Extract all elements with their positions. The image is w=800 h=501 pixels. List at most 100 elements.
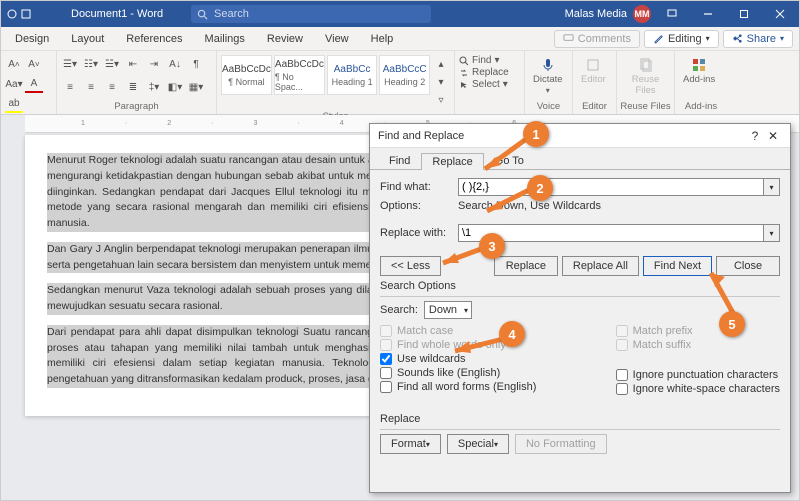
shading[interactable]: ◧▾: [166, 79, 184, 97]
addins-icon: [691, 57, 707, 73]
align-left[interactable]: ≡: [61, 79, 79, 97]
format-button[interactable]: Format ▾: [380, 434, 441, 454]
change-case[interactable]: Aa▾: [5, 75, 23, 93]
minimize-button[interactable]: [693, 1, 723, 27]
replace-with-input[interactable]: [458, 224, 764, 242]
options-label: Options:: [380, 200, 458, 212]
close-button[interactable]: [765, 1, 795, 27]
indent-decrease[interactable]: ⇤: [124, 55, 142, 73]
document-title: Document1 - Word: [71, 8, 191, 20]
search-placeholder: Search: [214, 8, 249, 20]
search-icon: [197, 9, 208, 20]
user-name: Malas Media: [565, 8, 627, 20]
cb-ignore-punct[interactable]: Ignore punctuation characters: [616, 369, 780, 381]
justify[interactable]: ≣: [124, 79, 142, 97]
replace-one-button[interactable]: Replace: [494, 256, 558, 276]
style-more[interactable]: ▿: [432, 91, 450, 109]
dialog-close-button[interactable]: ✕: [764, 129, 782, 143]
autosave-toggle[interactable]: [1, 9, 71, 19]
cb-sounds-like[interactable]: Sounds like (English): [380, 367, 536, 379]
find-history-dropdown[interactable]: ▾: [764, 178, 780, 196]
replace-icon: [459, 68, 469, 78]
dialog-help-button[interactable]: ?: [746, 129, 764, 143]
ribbon-options[interactable]: [657, 1, 687, 27]
maximize-button[interactable]: [729, 1, 759, 27]
tab-review[interactable]: Review: [257, 27, 313, 50]
style-heading2[interactable]: AaBbCcCHeading 2: [379, 55, 430, 95]
editor-group-label: Editor: [575, 101, 614, 114]
tab-find[interactable]: Find: [378, 152, 421, 169]
cursor-icon: [459, 80, 469, 90]
tab-layout[interactable]: Layout: [61, 27, 114, 50]
align-center[interactable]: ≡: [82, 79, 100, 97]
pencil-icon: [653, 33, 664, 44]
font-grow[interactable]: A˄: [5, 55, 23, 73]
replace-all-button[interactable]: Replace All: [562, 256, 639, 276]
style-down[interactable]: ▾: [432, 73, 450, 91]
replace-history-dropdown[interactable]: ▾: [764, 224, 780, 242]
search-direction-select[interactable]: Down: [424, 301, 472, 319]
tab-design[interactable]: Design: [5, 27, 59, 50]
callout-1: 1: [523, 121, 549, 147]
no-formatting-button: No Formatting: [515, 434, 607, 454]
cb-ignore-space[interactable]: Ignore white-space characters: [616, 383, 780, 395]
show-marks[interactable]: ¶: [187, 55, 205, 73]
tab-references[interactable]: References: [116, 27, 192, 50]
replace-button[interactable]: Replace: [459, 67, 509, 78]
find-what-label: Find what:: [380, 181, 458, 193]
addins-button[interactable]: Add-ins: [679, 55, 719, 87]
tab-mailings[interactable]: Mailings: [195, 27, 255, 50]
ribbon-tabs: Design Layout References Mailings Review…: [1, 27, 799, 51]
dialog-titlebar[interactable]: Find and Replace ? ✕: [370, 124, 790, 148]
indent-increase[interactable]: ⇥: [145, 55, 163, 73]
search-direction-label: Search:: [380, 304, 418, 316]
callout-5: 5: [719, 311, 745, 337]
borders[interactable]: ▦▾: [187, 79, 205, 97]
comments-button[interactable]: Comments: [554, 30, 640, 48]
replace-section-label: Replace: [380, 413, 780, 425]
line-spacing[interactable]: ‡▾: [145, 79, 163, 97]
editor-icon: [585, 57, 601, 73]
paragraph-group-label: Paragraph: [59, 101, 214, 114]
tab-help[interactable]: Help: [361, 27, 404, 50]
reuse-group-label: Reuse Files: [619, 101, 672, 114]
cb-word-forms[interactable]: Find all word forms (English): [380, 381, 536, 393]
addins-group-label: Add-ins: [677, 101, 725, 114]
dialog-tabs: Find Replace Go To: [370, 148, 790, 170]
style-heading1[interactable]: AaBbCcHeading 1: [327, 55, 378, 95]
voice-group-label: Voice: [527, 101, 570, 114]
align-right[interactable]: ≡: [103, 79, 121, 97]
cb-prefix: Match prefix: [616, 325, 780, 337]
sort[interactable]: A↓: [166, 55, 184, 73]
dialog-title: Find and Replace: [378, 130, 464, 142]
reuse-button[interactable]: Reuse Files: [621, 55, 670, 98]
share-button[interactable]: Share▾: [723, 30, 793, 48]
replace-with-label: Replace with:: [380, 227, 458, 239]
style-normal[interactable]: AaBbCcDc¶ Normal: [221, 55, 272, 95]
avatar[interactable]: MM: [633, 5, 651, 23]
font-shrink[interactable]: A˅: [25, 55, 43, 73]
callout-3: 3: [479, 233, 505, 259]
special-button[interactable]: Special ▾: [447, 434, 509, 454]
multilevel[interactable]: ☱▾: [103, 55, 121, 73]
numbering[interactable]: ☷▾: [82, 55, 100, 73]
style-nospace[interactable]: AaBbCcDc¶ No Spac...: [274, 55, 325, 95]
tab-view[interactable]: View: [315, 27, 359, 50]
share-icon: [732, 33, 743, 44]
bullets[interactable]: ☰▾: [61, 55, 79, 73]
comment-icon: [563, 33, 574, 44]
editor-button[interactable]: Editor: [577, 55, 610, 87]
titlebar: Document1 - Word Search Malas Media MM: [1, 1, 799, 27]
find-button[interactable]: Find ▾: [459, 55, 509, 66]
highlight[interactable]: ab: [5, 95, 23, 113]
files-icon: [638, 57, 654, 73]
style-up[interactable]: ▴: [432, 55, 450, 73]
dictate-button[interactable]: Dictate▾: [529, 55, 567, 97]
editing-mode-button[interactable]: Editing▾: [644, 30, 719, 48]
font-color[interactable]: A: [25, 75, 43, 93]
tell-me-search[interactable]: Search: [191, 5, 431, 23]
search-icon: [459, 56, 469, 66]
select-button[interactable]: Select ▾: [459, 79, 509, 90]
callout-2: 2: [527, 175, 553, 201]
cb-suffix: Match suffix: [616, 339, 780, 351]
